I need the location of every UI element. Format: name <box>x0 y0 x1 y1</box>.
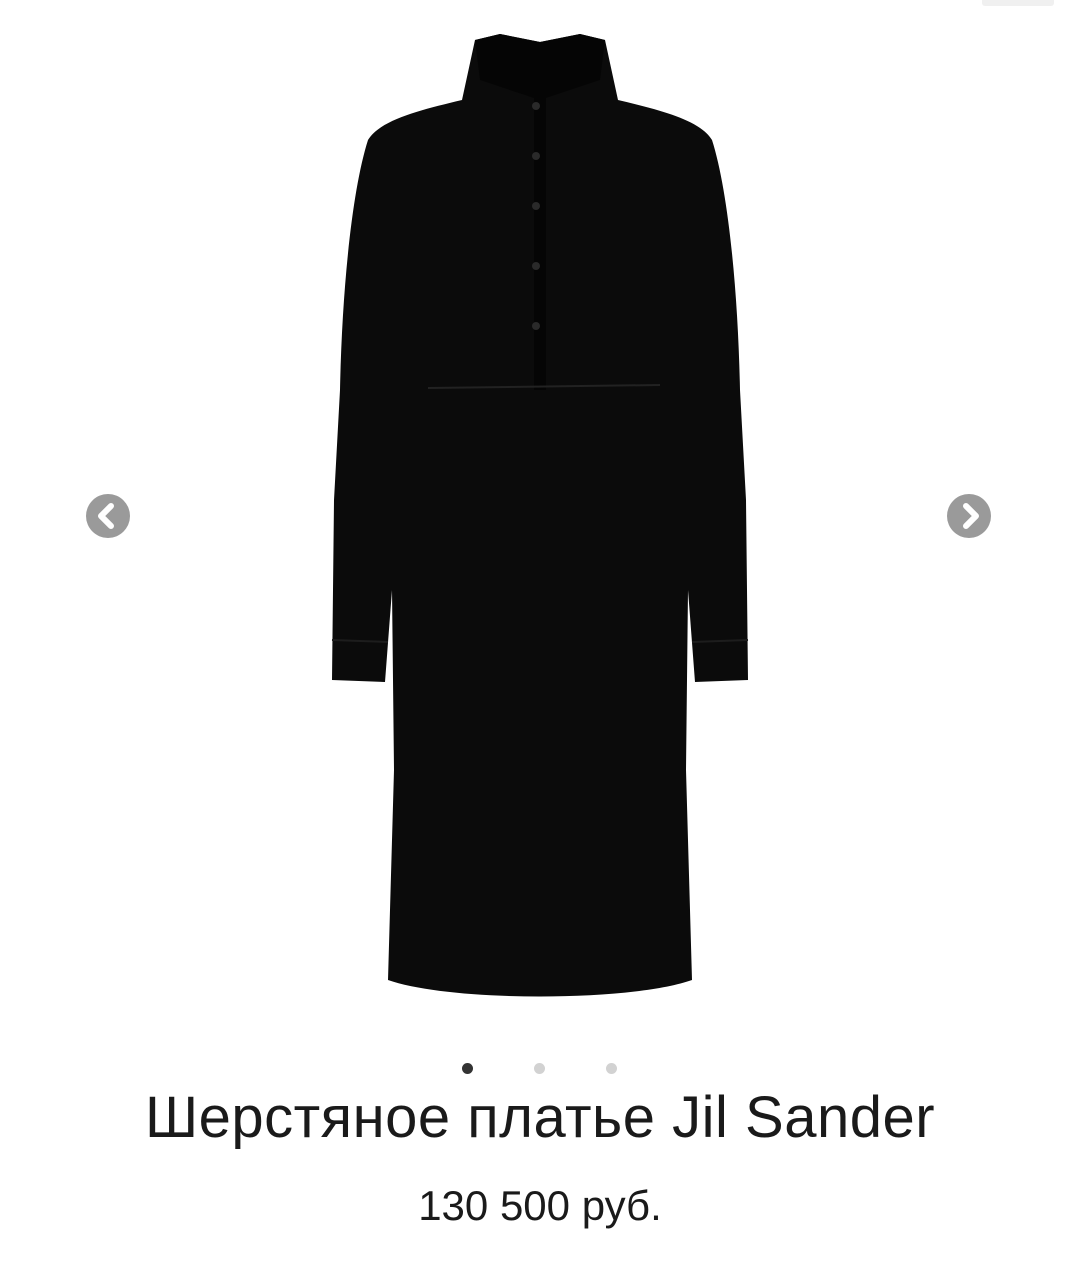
product-price: 130 500 руб. <box>418 1182 662 1229</box>
gallery-prev-button[interactable] <box>86 494 130 538</box>
product-title: Шерстяное платье Jil Sander <box>144 1085 936 1150</box>
product-image <box>331 34 749 997</box>
gallery-dot-1[interactable] <box>462 1063 473 1074</box>
gallery-dot-2[interactable] <box>534 1063 545 1074</box>
dress-button <box>532 152 540 160</box>
gallery-dot-3[interactable] <box>606 1063 617 1074</box>
dress-placket <box>534 90 546 390</box>
dress-button <box>532 262 540 270</box>
dress-button <box>532 202 540 210</box>
chevron-left-icon <box>98 503 114 529</box>
gallery-next-button[interactable] <box>947 494 991 538</box>
dress-button <box>532 102 540 110</box>
product-gallery[interactable] <box>0 0 1080 1040</box>
chevron-right-icon <box>963 503 979 529</box>
dress-button <box>532 322 540 330</box>
gallery-pagination <box>0 1063 1080 1075</box>
